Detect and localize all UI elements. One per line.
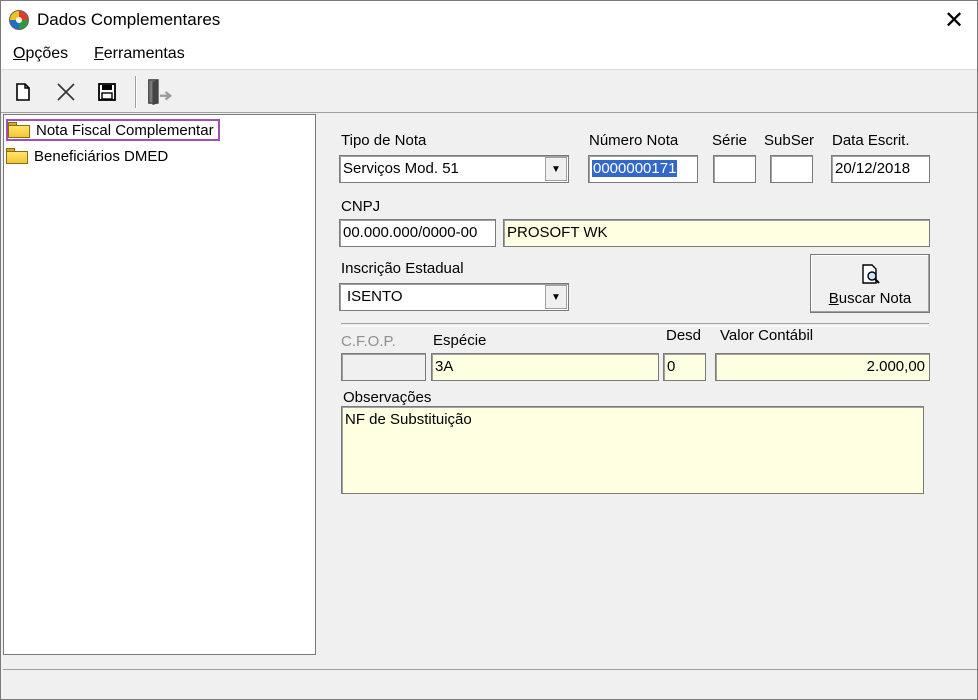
save-floppy-icon [98, 83, 116, 101]
search-document-icon [862, 264, 880, 284]
cfop-input [341, 353, 426, 381]
menu-bar: Opções Ferramentas [1, 41, 977, 69]
serie-label: Série [712, 132, 748, 149]
folder-icon [6, 148, 28, 164]
status-bar [3, 669, 977, 699]
tipo-nota-select[interactable]: Serviços Mod. 51 ▼ [339, 155, 569, 183]
dados-complementares-window: Dados Complementares ✕ Opções Ferramenta… [0, 0, 978, 700]
company-name-field: PROSOFT WK [503, 219, 930, 247]
navigation-tree: Nota Fiscal Complementar Beneficiários D… [3, 114, 316, 655]
inscricao-estadual-select[interactable]: ISENTO ▼ [339, 283, 569, 311]
toolbar-separator [135, 76, 137, 108]
save-button[interactable] [93, 78, 121, 106]
delete-button[interactable] [52, 78, 80, 106]
exit-button[interactable] [145, 78, 173, 106]
valor-contabil-field: 2.000,00 [715, 353, 930, 381]
especie-field: 3A [431, 353, 659, 381]
valor-contabil-label: Valor Contábil [720, 327, 814, 344]
inscricao-estadual-label: Inscrição Estadual [341, 260, 464, 277]
tree-item-label: Nota Fiscal Complementar [36, 121, 214, 139]
buscar-nota-button[interactable]: Buscar Nota [810, 254, 930, 313]
section-divider [341, 323, 929, 327]
numero-nota-input[interactable]: 0000000171 [588, 155, 698, 183]
observacoes-label: Observações [343, 389, 432, 406]
desd-label: Desd [666, 327, 702, 344]
app-globe-icon [9, 10, 29, 30]
cnpj-label: CNPJ [341, 198, 381, 215]
menu-opcoes[interactable]: Opções [13, 45, 68, 63]
subser-label: SubSer [764, 132, 815, 149]
tree-item-nota-fiscal-complementar[interactable]: Nota Fiscal Complementar [6, 119, 220, 141]
new-document-icon [16, 83, 30, 101]
data-escrit-input[interactable]: 20/12/2018 [831, 155, 930, 183]
desd-field: 0 [663, 353, 706, 381]
numero-nota-value: 0000000171 [592, 160, 678, 177]
tree-item-label: Beneficiários DMED [34, 147, 169, 165]
tipo-nota-label: Tipo de Nota [341, 132, 427, 149]
window-title: Dados Complementares [37, 10, 221, 29]
exit-door-icon [148, 79, 173, 106]
new-button[interactable] [9, 78, 37, 106]
toolbar [1, 69, 977, 113]
title-bar: Dados Complementares ✕ [1, 1, 977, 41]
menu-opcoes-label: Opções [13, 45, 69, 62]
observacoes-textarea: NF de Substituição [341, 406, 924, 494]
close-button[interactable]: ✕ [931, 1, 977, 41]
especie-label: Espécie [433, 332, 487, 349]
tipo-nota-value: Serviços Mod. 51 [343, 160, 459, 177]
open-folder-icon [8, 122, 30, 138]
cfop-label: C.F.O.P. [341, 333, 396, 350]
numero-nota-label: Número Nota [589, 132, 679, 149]
inscricao-estadual-value: ISENTO [347, 288, 403, 305]
chevron-down-icon[interactable]: ▼ [545, 285, 567, 309]
menu-ferramentas-label: Ferramentas [94, 45, 185, 62]
cnpj-input[interactable]: 00.000.000/0000-00 [339, 219, 496, 247]
tree-item-beneficiarios-dmed[interactable]: Beneficiários DMED [6, 145, 172, 167]
delete-x-icon [57, 83, 75, 101]
serie-input[interactable] [713, 155, 756, 183]
data-escrit-label: Data Escrit. [832, 132, 910, 149]
chevron-down-icon[interactable]: ▼ [545, 157, 567, 181]
subser-input[interactable] [770, 155, 813, 183]
buscar-nota-label: Buscar Nota [828, 290, 912, 307]
menu-ferramentas[interactable]: Ferramentas [94, 45, 185, 63]
